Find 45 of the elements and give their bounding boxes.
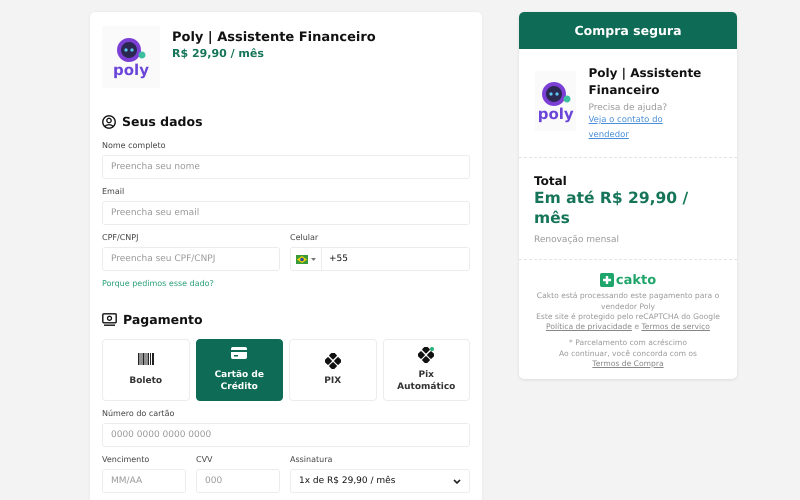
product-name: Poly | Assistente Financeiro [172, 30, 376, 45]
help-text: Precisa de ajuda? [588, 102, 668, 113]
diamond-icon [324, 352, 341, 369]
section-title: Pagamento [123, 312, 203, 327]
card-header: Compra segura [519, 12, 737, 49]
field-label: CVV [196, 455, 214, 464]
total-label: Total [534, 174, 568, 188]
logo-text: poly [113, 62, 149, 78]
payment-method-tab[interactable]: PIX [289, 339, 376, 401]
link[interactable]: Porque pedimos esse dado? [102, 279, 470, 288]
payment-method-tab[interactable]: Pix Automático [382, 339, 470, 401]
caret-icon [311, 258, 316, 260]
phone-field[interactable]: +55 [290, 247, 470, 271]
input-field[interactable]: Preencha seu nome [102, 155, 470, 179]
input-field[interactable]: 0000 0000 0000 0000 [102, 423, 470, 447]
field-label: Vencimento [102, 455, 150, 464]
logo-text: poly [538, 106, 574, 122]
product-price: R$ 29,90 / mês [172, 47, 265, 60]
input-field[interactable]: Preencha seu CPF/CNPJ [102, 247, 280, 271]
section-title: Seus dados [122, 114, 203, 129]
diamond-icon [418, 346, 434, 363]
user-icon [102, 114, 116, 128]
field-label: Email [102, 187, 126, 196]
product-name: Poly | Assistente Financeiro [588, 65, 702, 100]
flag-icon [296, 254, 308, 264]
field-label: Nome completo [102, 141, 166, 150]
field-label: Número do cartão [102, 409, 176, 418]
total-value: Em até R$ 29,90 / mês [534, 188, 690, 230]
robot-icon [116, 36, 146, 62]
field-label: CPF/CNPJ [102, 233, 140, 242]
payment-method-tab[interactable]: Cartão de Crédito [196, 339, 283, 401]
payment-method-tab[interactable]: Boleto [102, 339, 190, 401]
field-label: Assinatura [290, 455, 334, 464]
plus-box-icon [600, 273, 614, 288]
chevron-icon [453, 478, 461, 484]
input-field[interactable]: MM/AA [102, 469, 186, 493]
cash-icon [102, 313, 117, 326]
input-field[interactable]: Preencha seu email [102, 201, 470, 225]
field-label: Celular [290, 233, 320, 242]
contact-link[interactable]: Veja o contato do vendedor [588, 112, 688, 143]
brand-name: cakto [616, 272, 656, 288]
select-field[interactable]: 1x de R$ 29,90 / mês [290, 469, 470, 493]
input-field[interactable]: 000 [196, 469, 280, 493]
renewal-text: Renovação mensal [534, 235, 620, 246]
robot-icon [540, 80, 571, 106]
